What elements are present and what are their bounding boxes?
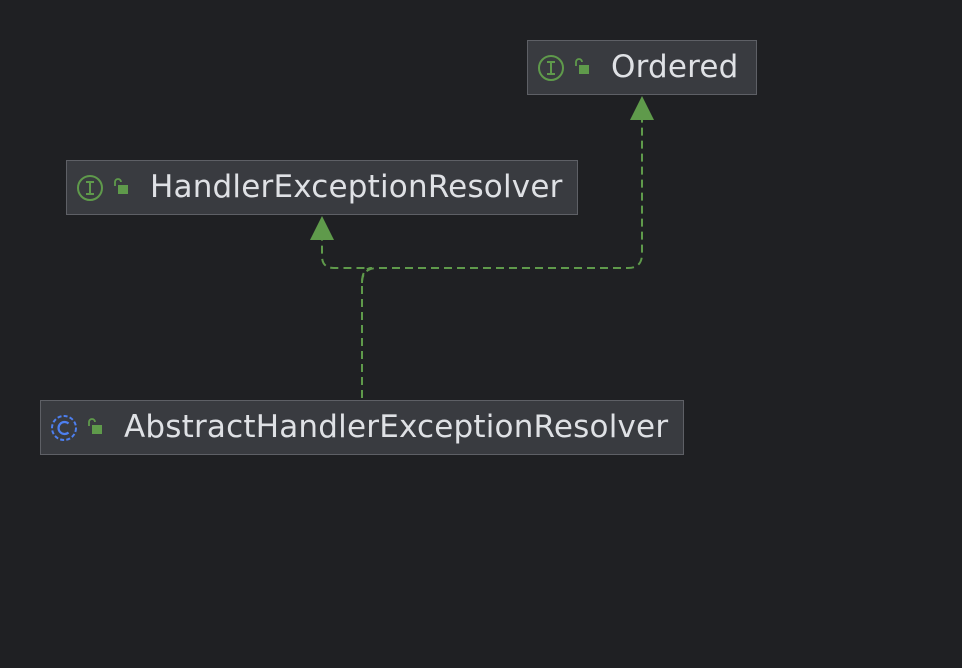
- interface-icon: [538, 55, 564, 81]
- node-ordered[interactable]: Ordered: [527, 40, 757, 95]
- arrowhead-her: [310, 216, 334, 240]
- public-lock-icon: [575, 58, 589, 74]
- public-lock-icon: [114, 178, 128, 194]
- node-label: Ordered: [611, 49, 739, 85]
- node-handler-exception-resolver[interactable]: HandlerExceptionResolver: [66, 160, 578, 215]
- node-label: HandlerExceptionResolver: [150, 169, 563, 205]
- arrowhead-ordered: [630, 96, 654, 120]
- public-lock-icon: [88, 418, 102, 434]
- diagram-canvas: Ordered HandlerExceptionResolver Abstrac…: [0, 0, 962, 668]
- edge-aher-to-her: [321, 238, 373, 398]
- node-label: AbstractHandlerExceptionResolver: [124, 409, 669, 445]
- edges-layer: [310, 96, 654, 398]
- abstract-class-icon: [51, 415, 77, 441]
- interface-icon: [77, 175, 103, 201]
- node-abstract-handler-exception-resolver[interactable]: AbstractHandlerExceptionResolver: [40, 400, 684, 455]
